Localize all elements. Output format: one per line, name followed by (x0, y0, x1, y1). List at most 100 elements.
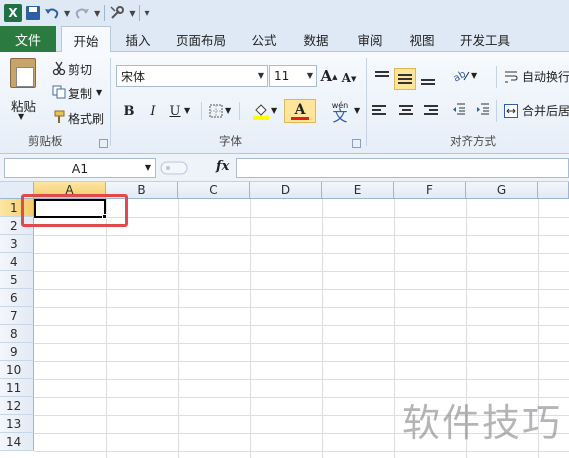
phonetic-button[interactable]: wén 文 (326, 98, 354, 124)
column-header-f[interactable]: F (394, 182, 466, 199)
orientation-dropdown-icon[interactable]: ▼ (471, 71, 477, 80)
ribbon-tabs: 文件 开始 插入 页面布局 公式 数据 审阅 视图 开发工具 (0, 26, 569, 53)
clipboard-launcher-icon[interactable] (99, 139, 108, 148)
tab-home[interactable]: 开始 (61, 26, 111, 53)
column-header-c[interactable]: C (178, 182, 250, 199)
cut-button[interactable]: 剪切 (68, 61, 92, 78)
group-divider (110, 58, 111, 146)
row-header-11[interactable]: 11 (0, 379, 34, 397)
column-header-g[interactable]: G (466, 182, 538, 199)
group-divider (366, 58, 367, 146)
tab-page-layout[interactable]: 页面布局 (170, 26, 232, 52)
ribbon: 粘贴 ▼ 剪切 复制 ▼ 格式刷 剪贴板 宋体 ▼ 11 ▼ A ▲ A ▼ B I… (0, 52, 569, 154)
wrap-text-button[interactable]: 自动换行 (522, 68, 569, 85)
tab-formulas[interactable]: 公式 (244, 26, 284, 52)
top-align-icon[interactable] (372, 66, 392, 86)
italic-button[interactable]: I (144, 102, 162, 120)
format-painter-button[interactable]: 格式刷 (68, 110, 104, 127)
scissors-icon[interactable] (52, 61, 66, 75)
tab-developer[interactable]: 开发工具 (454, 26, 516, 52)
wrap-text-icon[interactable] (504, 70, 518, 84)
font-color-button[interactable]: A (284, 99, 316, 123)
copy-dropdown-icon[interactable]: ▼ (96, 88, 102, 97)
watermark-text: 软件技巧 (402, 401, 563, 445)
row-header-13[interactable]: 13 (0, 415, 34, 433)
gridline (34, 307, 569, 308)
decrease-indent-icon[interactable] (452, 102, 466, 116)
row-header-6[interactable]: 6 (0, 289, 34, 307)
tab-review[interactable]: 审阅 (350, 26, 390, 52)
merge-center-icon[interactable] (504, 104, 518, 118)
middle-align-icon[interactable] (394, 68, 416, 90)
underline-dropdown-icon[interactable]: ▼ (184, 106, 190, 115)
tools-dropdown-icon[interactable]: ▼ (129, 9, 135, 18)
border-dropdown-icon[interactable]: ▼ (225, 106, 231, 115)
gridline (34, 379, 569, 380)
orientation-icon[interactable]: ab (452, 68, 470, 82)
gridline (34, 343, 569, 344)
font-name-select[interactable]: 宋体 ▼ (116, 65, 268, 87)
row-header-9[interactable]: 9 (0, 343, 34, 361)
name-box[interactable]: A1 ▼ (4, 158, 156, 178)
gridline (34, 271, 569, 272)
formula-bar: A1 ▼ fx (0, 154, 569, 182)
bottom-align-icon[interactable] (418, 70, 438, 90)
gridline (250, 199, 251, 458)
alignment-group-label: 对齐方式 (450, 134, 496, 148)
gridline (34, 451, 569, 452)
tab-view[interactable]: 视图 (402, 26, 442, 52)
gridline (34, 361, 569, 362)
annotation-highlight-box (21, 194, 128, 227)
underline-button[interactable]: U (166, 102, 184, 120)
font-launcher-icon[interactable] (352, 139, 361, 148)
font-size-select[interactable]: 11 ▼ (269, 65, 317, 87)
align-center-icon[interactable] (396, 100, 416, 120)
group-divider (496, 66, 497, 88)
row-header-5[interactable]: 5 (0, 271, 34, 289)
redo-dropdown-icon[interactable]: ▼ (94, 9, 100, 18)
increase-indent-icon[interactable] (476, 102, 490, 116)
undo-icon[interactable] (44, 4, 60, 22)
row-header-10[interactable]: 10 (0, 361, 34, 379)
save-icon[interactable] (26, 4, 40, 22)
grow-font-button[interactable]: A ▲ (320, 67, 338, 85)
gridline (34, 289, 569, 290)
redo-icon[interactable] (74, 4, 90, 22)
column-header-e[interactable]: E (322, 182, 394, 199)
tab-file[interactable]: 文件 (0, 26, 56, 52)
border-icon[interactable] (209, 104, 223, 118)
merge-center-button[interactable]: 合并后居 (522, 102, 569, 119)
fill-color-dropdown-icon[interactable]: ▼ (271, 106, 277, 115)
row-header-12[interactable]: 12 (0, 397, 34, 415)
row-header-8[interactable]: 8 (0, 325, 34, 343)
excel-icon[interactable]: X (4, 4, 22, 22)
phonetic-dropdown-icon[interactable]: ▼ (354, 106, 360, 115)
customize-icon[interactable]: ▾ (144, 8, 149, 19)
copy-icon[interactable] (52, 85, 66, 99)
tab-data[interactable]: 数据 (296, 26, 336, 52)
row-header-3[interactable]: 3 (0, 235, 34, 253)
align-left-icon[interactable] (372, 100, 392, 120)
column-header-d[interactable]: D (250, 182, 322, 199)
fill-color-icon[interactable] (253, 102, 269, 120)
formula-input[interactable] (236, 158, 569, 178)
row-header-4[interactable]: 4 (0, 253, 34, 271)
gridline (394, 199, 395, 458)
paste-dropdown-icon[interactable]: ▼ (18, 112, 24, 121)
undo-dropdown-icon[interactable]: ▼ (64, 9, 70, 18)
tab-insert[interactable]: 插入 (116, 26, 160, 52)
column-header-h[interactable] (538, 182, 569, 199)
format-painter-icon[interactable] (52, 110, 66, 124)
row-header-7[interactable]: 7 (0, 307, 34, 325)
insert-function-icon[interactable]: fx (216, 159, 229, 174)
font-color-swatch (291, 116, 309, 120)
paste-icon[interactable] (10, 58, 36, 88)
formula-bar-resize-handle[interactable] (160, 160, 188, 176)
bold-button[interactable]: B (120, 102, 138, 120)
row-header-14[interactable]: 14 (0, 433, 34, 451)
chevron-down-icon: ▼ (257, 71, 264, 80)
align-right-icon[interactable] (418, 100, 438, 120)
tools-icon[interactable] (109, 4, 125, 22)
shrink-font-button[interactable]: A ▼ (340, 69, 358, 87)
copy-button[interactable]: 复制 (68, 85, 92, 102)
